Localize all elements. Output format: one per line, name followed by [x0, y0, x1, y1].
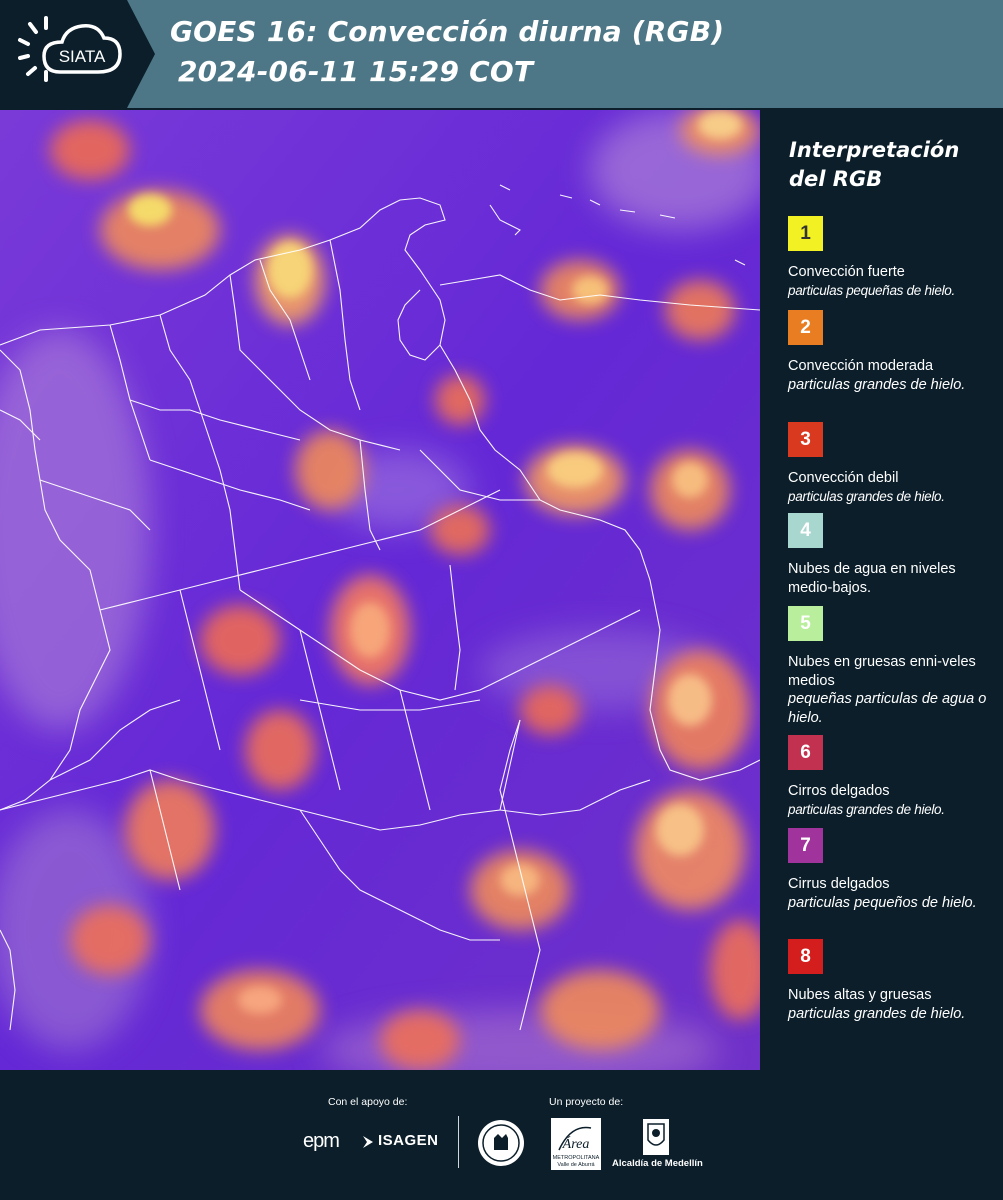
legend-detail: particulas grandes de hielo. [788, 376, 966, 393]
legend-item-8: 8 Nubes altas y gruesas particulas grand… [788, 939, 1000, 1023]
footer-bar: Con el apoyo de: Un proyecto de: epm ISA… [0, 1070, 1003, 1200]
legend-item-5: 5 Nubes en gruesas enni-veles medios peq… [788, 606, 1000, 727]
legend-swatch: 4 [788, 513, 823, 548]
legend-label: Nubes en gruesas enni-veles medios [788, 654, 976, 689]
alcaldia-shield-icon [643, 1119, 669, 1155]
legend-detail: particulas grandes de hielo. [788, 801, 945, 817]
siata-logo: SIATA [0, 0, 155, 108]
legend-item-4: 4 Nubes de agua en niveles medio-bajos. [788, 513, 1000, 597]
legend-detail: particulas grandes de hielo. [788, 488, 945, 504]
legend-swatch: 2 [788, 310, 823, 345]
page-title: GOES 16: Convección diurna (RGB) [170, 15, 725, 48]
legend-item-3: 3 Convección debil particulas grandes de… [788, 422, 1000, 506]
legend-detail: particulas pequeños de hielo. [788, 894, 977, 911]
legend-swatch: 1 [788, 216, 823, 251]
page-timestamp: 2024-06-11 15:29 COT [178, 55, 534, 88]
legend-title: Interpretación del RGB [789, 138, 960, 191]
header-bar: SIATA GOES 16: Convección diurna (RGB) 2… [0, 0, 1003, 108]
legend-detail: particulas grandes de hielo. [788, 1005, 966, 1022]
isagen-logo: ISAGEN [378, 1132, 439, 1149]
legend-swatch: 7 [788, 828, 823, 863]
support-label: Con el apoyo de: [328, 1096, 408, 1108]
legend-swatch: 5 [788, 606, 823, 641]
legend-detail: particulas pequeñas de hielo. [788, 282, 955, 298]
university-seal-icon [478, 1120, 524, 1166]
legend-label: Convección debil [788, 470, 899, 486]
legend-label: Cirrus delgados [788, 876, 890, 892]
legend-label: Convección moderada [788, 358, 934, 374]
legend-swatch: 8 [788, 939, 823, 974]
logo-text: SIATA [59, 47, 106, 66]
svg-text:Área: Área [562, 1135, 590, 1152]
alcaldia-logo: Alcaldía de Medellín [612, 1158, 703, 1169]
legend-label: Convección fuerte [788, 264, 905, 280]
footer-divider [458, 1116, 459, 1168]
epm-logo: epm [303, 1130, 340, 1152]
satellite-map [0, 110, 760, 1070]
area-metropolitana-logo: Área METROPOLITANA Valle de Aburrá [551, 1118, 601, 1170]
legend-item-6: 6 Cirros delgados particulas grandes de … [788, 735, 1000, 819]
legend-swatch: 6 [788, 735, 823, 770]
isagen-mark-icon [363, 1136, 373, 1148]
legend-item-2: 2 Convección moderada particulas grandes… [788, 310, 1000, 394]
legend-label: Nubes de agua en niveles medio-bajos. [788, 561, 956, 596]
legend-swatch: 3 [788, 422, 823, 457]
legend-detail: pequeñas particulas de agua o hielo. [788, 691, 987, 726]
legend-item-1: 1 Convección fuerte particulas pequeñas … [788, 216, 1000, 300]
svg-text:Valle de Aburrá: Valle de Aburrá [557, 1162, 595, 1168]
project-label: Un proyecto de: [549, 1096, 624, 1108]
legend-label: Cirros delgados [788, 783, 890, 799]
legend-item-7: 7 Cirrus delgados particulas pequeños de… [788, 828, 1000, 912]
svg-text:METROPOLITANA: METROPOLITANA [553, 1155, 600, 1161]
legend-panel: Interpretación del RGB 1 Convección fuer… [760, 108, 1003, 1070]
legend-label: Nubes altas y gruesas [788, 987, 932, 1003]
